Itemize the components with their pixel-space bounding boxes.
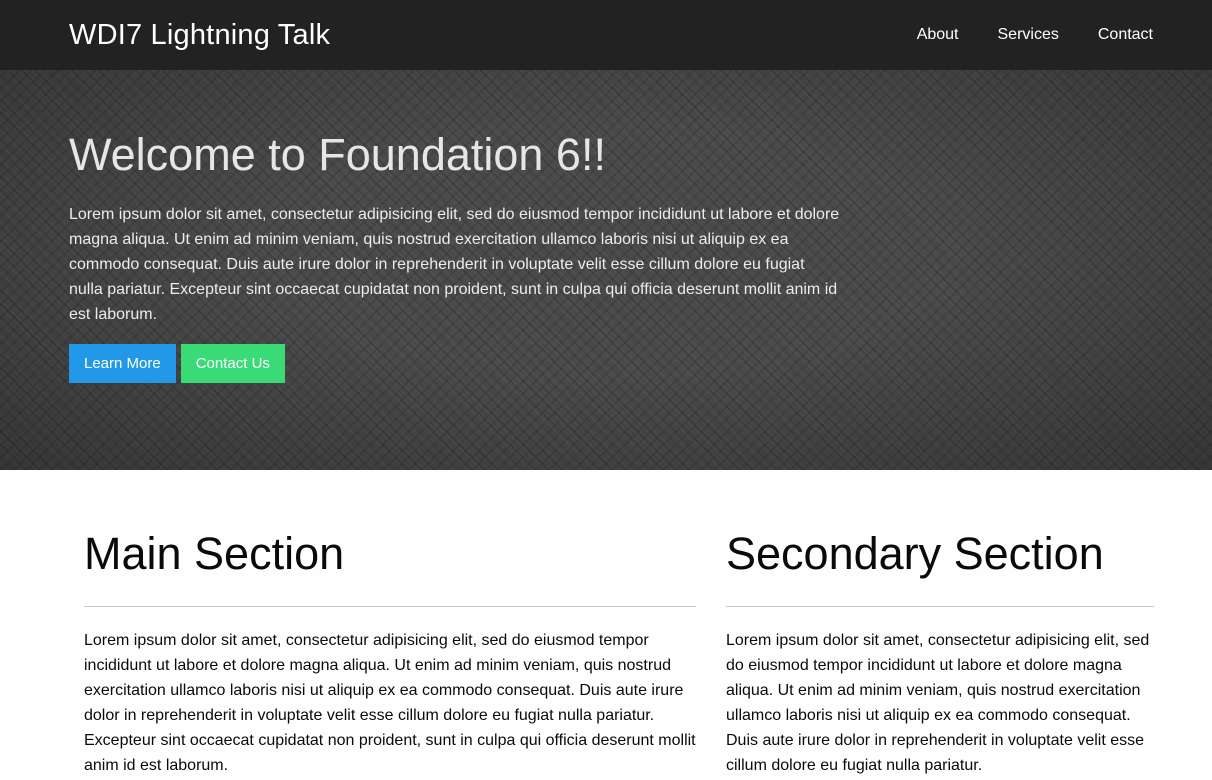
main-section: Main Section Lorem ipsum dolor sit amet,… [84,528,696,778]
contact-us-button[interactable]: Contact Us [180,344,285,383]
main-section-divider [84,606,696,607]
hero-text: Lorem ipsum dolor sit amet, consectetur … [69,206,840,323]
secondary-section: Secondary Section Lorem ipsum dolor sit … [726,528,1154,778]
nav-link-services[interactable]: Services [998,26,1059,44]
content-area: Main Section Lorem ipsum dolor sit amet,… [0,470,1212,778]
secondary-section-divider [726,606,1154,607]
nav-link-contact[interactable]: Contact [1098,26,1153,44]
hero-button-group: Learn More Contact Us [69,344,840,383]
top-bar: WDI7 Lightning Talk About Services Conta… [0,0,1212,70]
site-title[interactable]: WDI7 Lightning Talk [69,19,330,52]
hero-title: Welcome to Foundation 6!! [69,129,606,180]
learn-more-button[interactable]: Learn More [69,344,176,383]
hero-content: Welcome to Foundation 6!! Lorem ipsum do… [0,70,840,383]
secondary-section-title: Secondary Section [726,528,1104,579]
nav-link-about[interactable]: About [917,26,959,44]
main-section-text: Lorem ipsum dolor sit amet, consectetur … [84,632,696,774]
secondary-section-text: Lorem ipsum dolor sit amet, consectetur … [726,632,1150,774]
top-nav-menu: About Services Contact [878,26,1153,44]
hero-banner: Welcome to Foundation 6!! Lorem ipsum do… [0,70,1212,470]
main-section-title: Main Section [84,528,345,579]
